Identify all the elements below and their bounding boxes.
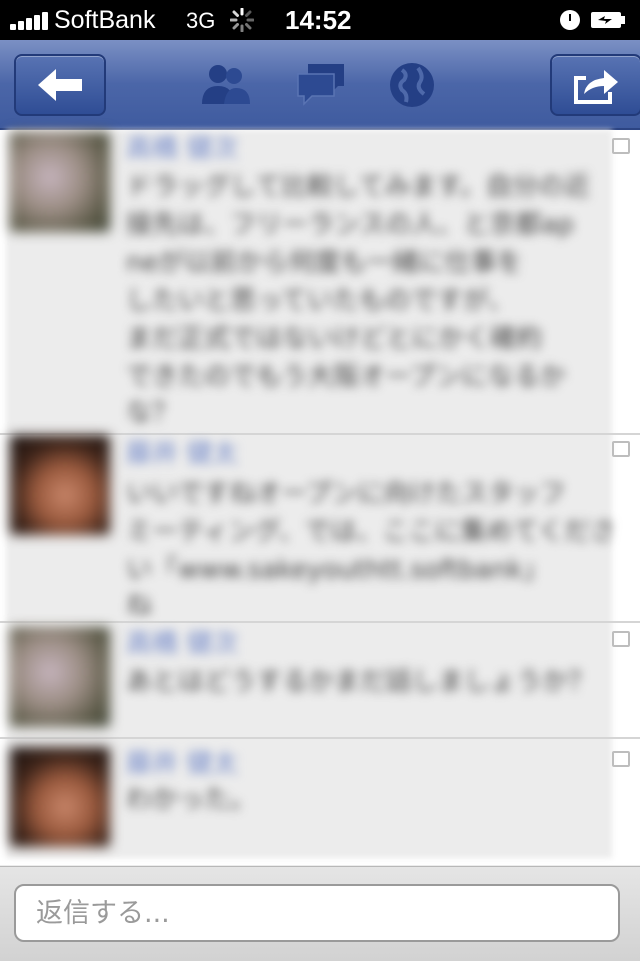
comment-text: いいですねオープンに向けたスタッフ [126,479,566,509]
navigation-bar [0,40,640,130]
comment-bubble-icon[interactable] [612,441,630,457]
reply-bar: 返信する... [0,866,640,961]
back-arrow-icon [38,69,82,101]
messages-icon[interactable] [294,60,350,110]
comment-item: 高橋 健次 あとはどうするかまだ話しましょうか？ [0,623,640,737]
avatar[interactable] [10,435,110,535]
comment-text: ドラッグして比較してみます。自分の近 [126,172,590,202]
status-bar: SoftBank 3G 14:52 [0,0,640,40]
commenter-name[interactable]: 高橋 健次 [126,623,238,660]
share-icon [574,70,618,104]
comment-text: ね [126,591,153,621]
activity-spinner-icon [230,8,254,32]
alarm-clock-icon [560,10,580,30]
comment-text: い「www.sakeyouthtt.softbank」 [126,555,549,585]
commenter-name[interactable]: 高橋 健次 [126,128,238,165]
reply-input[interactable]: 返信する... [14,884,620,942]
comment-list[interactable]: 高橋 健次 ドラッグして比較してみます。自分の近 接先は、フリーランスの人、と京… [0,130,640,865]
comment-text: 接先は、フリーランスの人、と京都ap [126,210,574,240]
comment-bubble-icon[interactable] [612,138,630,154]
avatar[interactable] [10,627,110,727]
comment-bubble-icon[interactable] [612,631,630,647]
comment-text: わかった。 [126,785,257,815]
back-button[interactable] [14,54,106,116]
globe-icon[interactable] [384,60,440,110]
comment-item: 高橋 健次 ドラッグして比較してみます。自分の近 接先は、フリーランスの人、と京… [0,130,640,432]
comment-item: 藤井 健太 わかった。 [0,739,640,859]
commenter-name[interactable]: 藤井 健太 [126,433,238,470]
battery-charging-icon [591,12,625,28]
comment-text: したいと思っていたものですが、 [126,286,515,316]
comment-text: ミーティング、では、ここに集めてくださ [126,517,616,547]
carrier-name: SoftBank [54,6,156,34]
comment-item: 藤井 健太 いいですねオープンに向けたスタッフ ミーティング、では、ここに集めて… [0,435,640,621]
comment-bubble-icon[interactable] [612,751,630,767]
network-type: 3G [186,8,216,33]
avatar[interactable] [10,132,110,232]
comment-text: まだ正式ではないけどとにかく確約 [126,324,543,354]
friends-icon[interactable] [198,60,254,110]
comment-text: あとはどうするかまだ話しましょうか？ [126,667,595,697]
commenter-name[interactable]: 藤井 健太 [126,743,238,780]
comment-text: できたのでもう大阪オープンになるか [126,362,566,392]
avatar[interactable] [10,747,110,847]
comment-text: neが以前から何度も一緒に仕事を [126,248,523,278]
share-button[interactable] [550,54,640,116]
comment-text: な？ [126,398,179,428]
signal-strength-icon [10,10,50,30]
status-time: 14:52 [285,5,352,35]
